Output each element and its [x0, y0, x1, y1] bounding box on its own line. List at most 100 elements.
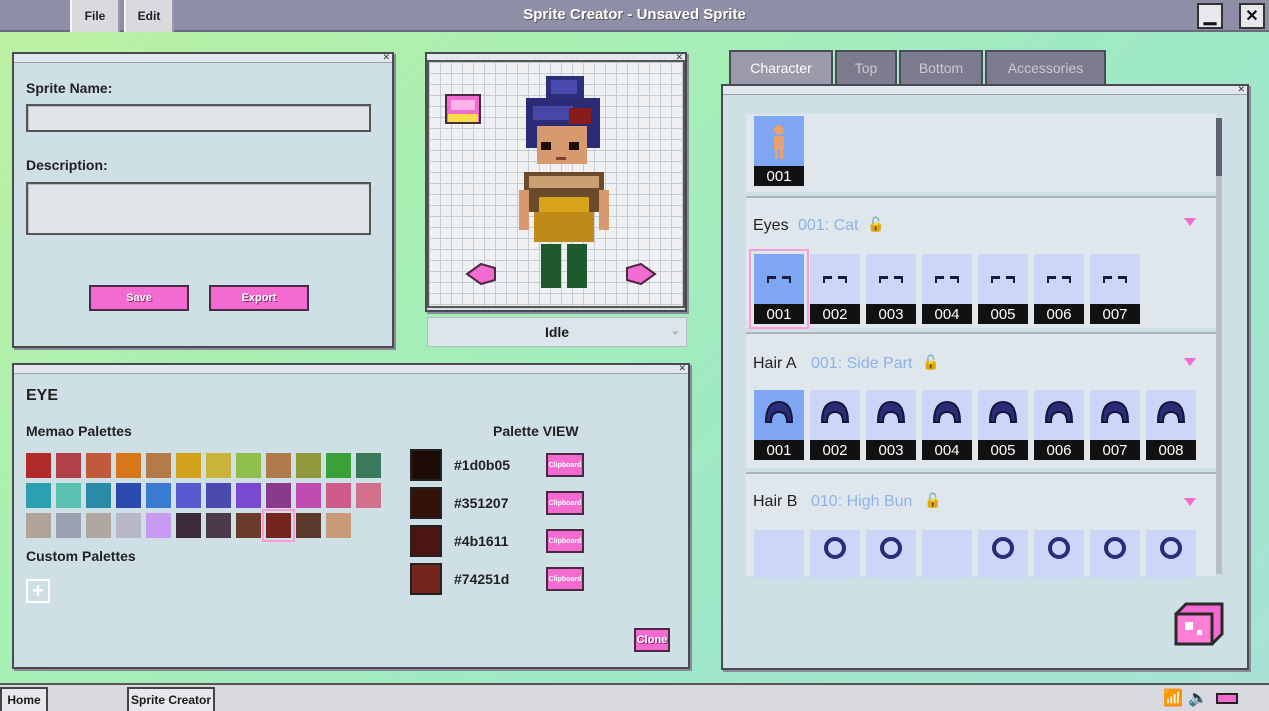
- palette-swatch[interactable]: [236, 513, 261, 538]
- palette-swatch[interactable]: [296, 453, 321, 478]
- hair-a-tile-004[interactable]: 004: [922, 390, 972, 460]
- hair-a-tile-001[interactable]: 001: [754, 390, 804, 460]
- collapse-arrow-icon[interactable]: [1184, 218, 1196, 226]
- hair-b-tile[interactable]: [810, 530, 860, 578]
- hair-a-tile-006[interactable]: 006: [1034, 390, 1084, 460]
- hair-shape-icon: [1104, 537, 1126, 559]
- eye-tile-001[interactable]: 001: [749, 249, 809, 329]
- tile-number: 006: [1034, 304, 1084, 324]
- palette-swatch[interactable]: [356, 483, 381, 508]
- hair-a-tile-003[interactable]: 003: [866, 390, 916, 460]
- palette-swatch[interactable]: [56, 453, 81, 478]
- palette-swatch[interactable]: [56, 513, 81, 538]
- palette-swatch[interactable]: [262, 509, 295, 542]
- hair-a-tile-008[interactable]: 008: [1146, 390, 1196, 460]
- minimize-button[interactable]: ▁: [1197, 3, 1223, 29]
- hair-b-tile[interactable]: [754, 530, 804, 578]
- palette-swatch[interactable]: [26, 513, 51, 538]
- palette-swatch[interactable]: [296, 483, 321, 508]
- hair-b-tile[interactable]: [1034, 530, 1084, 578]
- palette-swatch[interactable]: [116, 483, 141, 508]
- taskbar-sprite-creator[interactable]: Sprite Creator: [127, 687, 215, 711]
- parts-scrollbar[interactable]: [1216, 118, 1222, 574]
- collapse-arrow-icon[interactable]: [1184, 498, 1196, 506]
- palette-swatch[interactable]: [26, 453, 51, 478]
- hair-b-tile[interactable]: [922, 530, 972, 578]
- hair-b-tile[interactable]: [978, 530, 1028, 578]
- randomize-cube-icon[interactable]: [1172, 600, 1226, 648]
- eye-tile-003[interactable]: 003: [866, 254, 916, 324]
- animation-select[interactable]: Idle ⌄: [427, 317, 687, 347]
- palette-swatch[interactable]: [266, 483, 291, 508]
- clipboard-button-3[interactable]: Clipboard: [546, 529, 584, 553]
- tile-number: 001: [754, 304, 804, 324]
- palette-swatch[interactable]: [356, 453, 381, 478]
- palette-swatch[interactable]: [266, 453, 291, 478]
- save-button[interactable]: Save: [89, 285, 189, 311]
- palette-color-chip: [410, 525, 442, 557]
- clone-button[interactable]: Clone: [634, 628, 670, 652]
- description-input[interactable]: [26, 182, 371, 235]
- palette-swatch[interactable]: [86, 453, 111, 478]
- close-button[interactable]: ✕: [1239, 3, 1265, 29]
- eye-tile-007[interactable]: 007: [1090, 254, 1140, 324]
- hair-b-tile[interactable]: [866, 530, 916, 578]
- palette-swatch[interactable]: [326, 513, 351, 538]
- palette-swatch[interactable]: [176, 453, 201, 478]
- palette-swatch[interactable]: [56, 483, 81, 508]
- eye-tile-004[interactable]: 004: [922, 254, 972, 324]
- collapse-arrow-icon[interactable]: [1184, 358, 1196, 366]
- hair-shape-icon: [932, 400, 962, 423]
- palette-swatch[interactable]: [146, 453, 171, 478]
- lock-icon[interactable]: 🔓: [922, 354, 939, 371]
- tab-top[interactable]: Top: [835, 50, 897, 84]
- hair-a-tile-002[interactable]: 002: [810, 390, 860, 460]
- palette-swatch[interactable]: [176, 483, 201, 508]
- palette-swatch[interactable]: [236, 453, 261, 478]
- panel-close-icon[interactable]: ✕: [1237, 84, 1245, 95]
- palette-swatch[interactable]: [86, 513, 111, 538]
- palette-hex-4: #74251d: [454, 571, 510, 587]
- palette-swatch[interactable]: [206, 483, 231, 508]
- tile-number: 003: [866, 304, 916, 324]
- clipboard-button-4[interactable]: Clipboard: [546, 567, 584, 591]
- palette-swatch[interactable]: [206, 453, 231, 478]
- palette-swatch[interactable]: [146, 483, 171, 508]
- animation-select-value: Idle: [544, 324, 570, 340]
- body-tile-001[interactable]: 001: [754, 116, 804, 186]
- sprite-name-input[interactable]: [26, 104, 371, 132]
- hair-a-tile-005[interactable]: 005: [978, 390, 1028, 460]
- palette-swatch[interactable]: [236, 483, 261, 508]
- eye-tile-002[interactable]: 002: [810, 254, 860, 324]
- clipboard-button-1[interactable]: Clipboard: [546, 453, 584, 477]
- palette-swatch[interactable]: [206, 513, 231, 538]
- palette-swatch[interactable]: [26, 483, 51, 508]
- eye-tile-005[interactable]: 005: [978, 254, 1028, 324]
- palette-swatch[interactable]: [176, 513, 201, 538]
- hair-a-tile-007[interactable]: 007: [1090, 390, 1140, 460]
- palette-swatch[interactable]: [326, 453, 351, 478]
- home-button[interactable]: Home: [0, 687, 48, 711]
- tab-bottom[interactable]: Bottom: [899, 50, 983, 84]
- palette-swatch[interactable]: [146, 513, 171, 538]
- export-button[interactable]: Export: [209, 285, 309, 311]
- panel-close-icon[interactable]: ✕: [678, 363, 686, 374]
- panel-close-icon[interactable]: ✕: [382, 52, 390, 63]
- hair-b-tile[interactable]: [1090, 530, 1140, 578]
- clipboard-button-2[interactable]: Clipboard: [546, 491, 584, 515]
- scrollbar-thumb[interactable]: [1216, 118, 1222, 176]
- palette-swatch[interactable]: [116, 513, 141, 538]
- tab-character[interactable]: Character: [729, 50, 833, 84]
- eye-shape-icon: [935, 276, 959, 283]
- palette-swatch[interactable]: [326, 483, 351, 508]
- eye-tile-006[interactable]: 006: [1034, 254, 1084, 324]
- palette-swatch[interactable]: [296, 513, 321, 538]
- hair-b-tile[interactable]: [1146, 530, 1196, 578]
- palette-swatch[interactable]: [116, 453, 141, 478]
- lock-icon[interactable]: 🔓: [867, 216, 884, 233]
- lock-icon[interactable]: 🔓: [924, 492, 941, 509]
- volume-icon[interactable]: 🔈: [1188, 688, 1208, 708]
- add-palette-icon[interactable]: +: [26, 579, 50, 603]
- tab-accessories[interactable]: Accessories: [985, 50, 1106, 84]
- palette-swatch[interactable]: [86, 483, 111, 508]
